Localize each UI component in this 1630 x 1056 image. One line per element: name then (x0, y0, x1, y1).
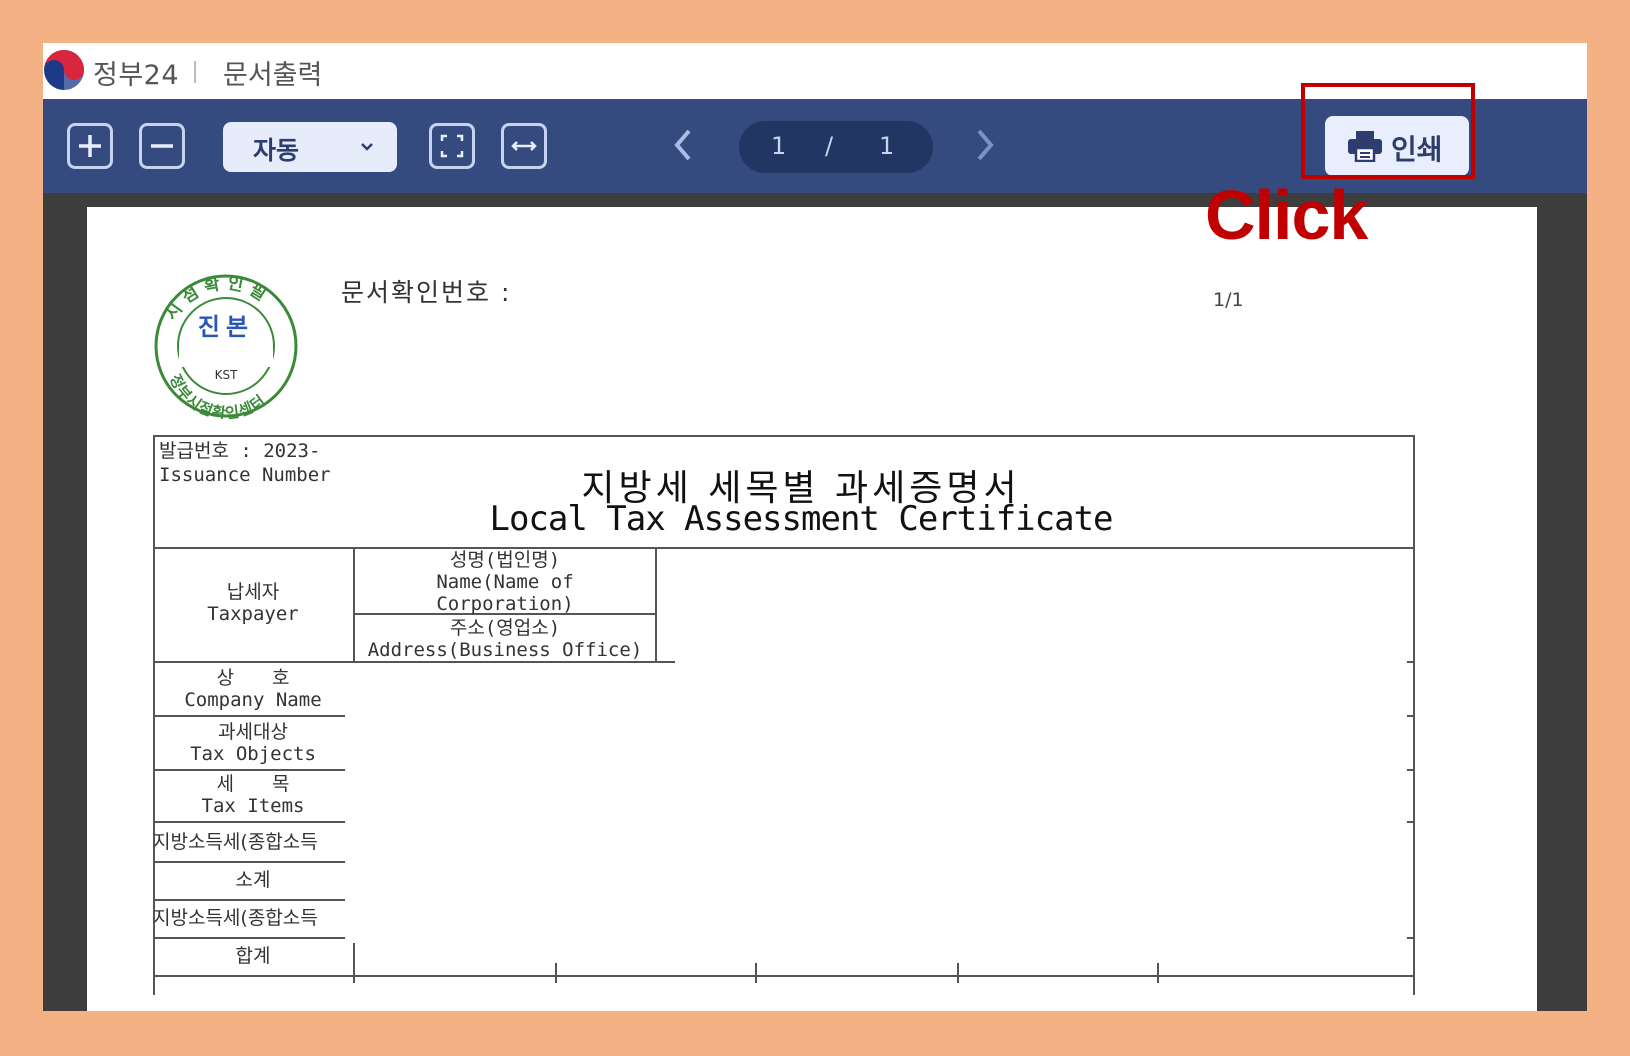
authenticity-stamp: 시점확인필 진본 KST 정부시점확인센터 (154, 273, 298, 419)
document-page-number: 1/1 (1213, 289, 1244, 311)
title-separator (194, 61, 196, 83)
company-name-label: 상 호 Company Name (184, 667, 322, 711)
previous-page-icon[interactable] (669, 127, 697, 163)
plus-square-icon (79, 135, 101, 157)
page-indicator: 1 / 1 (739, 121, 933, 173)
zoom-mode-label: 자동 (253, 136, 300, 165)
government-logo-icon (43, 49, 85, 91)
click-annotation: Click (1205, 176, 1368, 254)
total-pages: 1 (879, 132, 895, 160)
fit-page-icon (440, 134, 464, 158)
fit-page-button[interactable] (429, 123, 475, 169)
stamp-code: KST (215, 368, 238, 382)
minus-square-icon (151, 144, 173, 148)
chevron-down-icon (361, 143, 373, 151)
document-page: 시점확인필 진본 KST 정부시점확인센터 문서확인번호 : 1/1 발급번호 … (87, 207, 1537, 1011)
next-page-icon[interactable] (971, 127, 999, 163)
income-tax-row-1: 지방소득세(종합소득 (153, 831, 318, 853)
zoom-mode-select[interactable]: 자동 (223, 122, 397, 172)
brand-name: 정부24 (93, 60, 180, 91)
print-highlight-box (1301, 83, 1475, 179)
redacted-area-left (347, 667, 671, 937)
certificate-title-en: Local Tax Assessment Certificate (489, 499, 1113, 539)
document-print-window: 정부24 문서출력 자동 1 / 1 인쇄 시점확인필 진본 KST 정부시점확… (43, 43, 1587, 1011)
taxpayer-label: 납세자 Taxpayer (207, 581, 299, 625)
zoom-in-button[interactable] (67, 123, 113, 169)
certificate-table: 발급번호 : 2023- Issuance Number 지방세 세목별 과세증… (153, 435, 1449, 1011)
income-tax-row-2: 지방소득세(종합소득 (153, 907, 318, 929)
tax-objects-label: 과세대상 Tax Objects (190, 721, 316, 765)
confirm-number-label: 문서확인번호 : (341, 278, 512, 307)
window-title: 문서출력 (223, 60, 323, 91)
redacted-area (675, 553, 1407, 935)
document-viewer[interactable]: 시점확인필 진본 KST 정부시점확인센터 문서확인번호 : 1/1 발급번호 … (43, 193, 1587, 1011)
subtotal-row: 소계 (235, 869, 271, 891)
fit-width-icon (511, 141, 537, 151)
name-label: 성명(법인명) Name(Name of Corporation) (436, 549, 574, 615)
total-row: 합계 (235, 945, 271, 967)
stamp-center: 진본 (198, 313, 254, 341)
current-page[interactable]: 1 (771, 132, 786, 160)
zoom-out-button[interactable] (139, 123, 185, 169)
fit-width-button[interactable] (501, 123, 547, 169)
page-separator: / (825, 132, 834, 160)
tax-items-label: 세 목 Tax Items (201, 773, 305, 817)
address-label: 주소(영업소) Address(Business Office) (367, 617, 643, 661)
